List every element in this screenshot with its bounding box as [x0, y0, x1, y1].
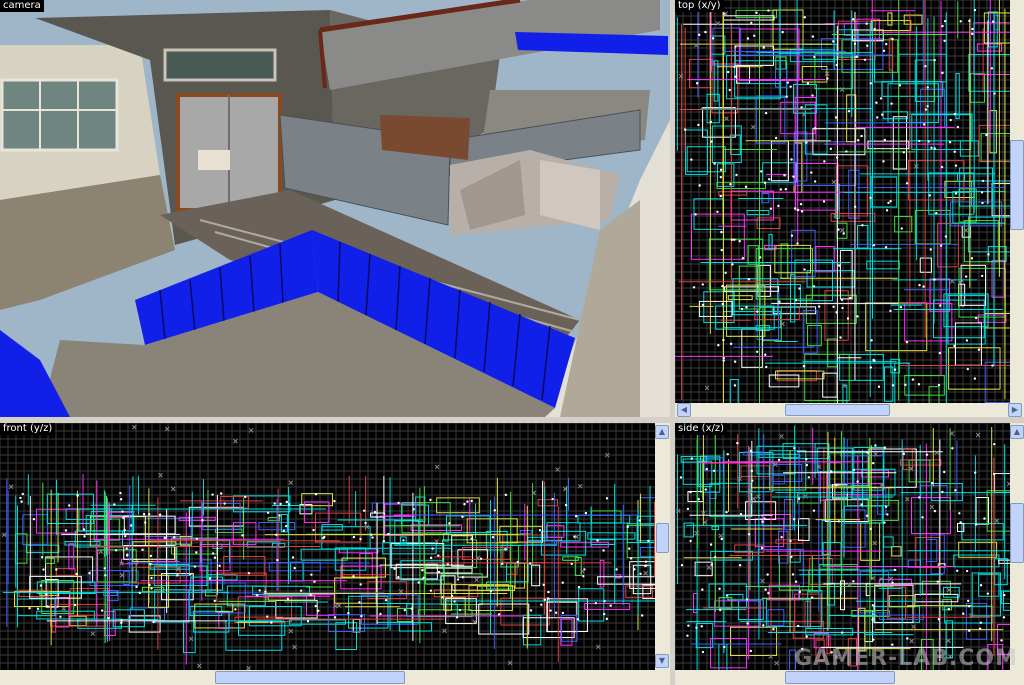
- camera-3d-scene: [0, 0, 670, 417]
- viewport-label-camera: camera: [0, 0, 44, 12]
- top-horizontal-scrollbar[interactable]: ◀ ▶: [675, 403, 1024, 417]
- top-vertical-scrollbar[interactable]: [1010, 0, 1024, 403]
- side-horizontal-scrollbar[interactable]: [675, 670, 1024, 685]
- watermark-logo: GAMER-LAB.COM: [794, 646, 1018, 671]
- scroll-thumb[interactable]: [1010, 503, 1024, 563]
- viewport-label-front: front (y/z): [0, 423, 56, 435]
- front-horizontal-scrollbar[interactable]: [0, 670, 670, 685]
- scroll-thumb[interactable]: [785, 671, 895, 684]
- viewport-label-top: top (x/y): [675, 0, 724, 12]
- camera-viewport[interactable]: camera: [0, 0, 670, 417]
- top-wireframe: [675, 0, 1024, 403]
- side-wireframe: [675, 423, 1010, 670]
- scroll-thumb[interactable]: [1010, 140, 1024, 230]
- front-viewport[interactable]: front (y/z): [0, 423, 655, 670]
- scroll-right-icon[interactable]: ▶: [1008, 403, 1022, 417]
- scroll-left-icon[interactable]: ◀: [677, 403, 691, 417]
- scroll-thumb[interactable]: [656, 523, 669, 553]
- scroll-thumb[interactable]: [215, 671, 405, 684]
- scroll-up-icon[interactable]: ▲: [1010, 425, 1024, 439]
- scroll-thumb[interactable]: [785, 404, 890, 416]
- side-vertical-scrollbar[interactable]: ▲: [1010, 423, 1024, 670]
- front-vertical-scrollbar[interactable]: ▲ ▼: [655, 423, 670, 670]
- front-wireframe: [0, 423, 655, 670]
- scroll-up-icon[interactable]: ▲: [655, 425, 669, 439]
- side-viewport[interactable]: side (x/z): [675, 423, 1010, 670]
- scroll-down-icon[interactable]: ▼: [655, 654, 669, 668]
- viewport-label-side: side (x/z): [675, 423, 728, 435]
- top-viewport[interactable]: top (x/y): [675, 0, 1024, 403]
